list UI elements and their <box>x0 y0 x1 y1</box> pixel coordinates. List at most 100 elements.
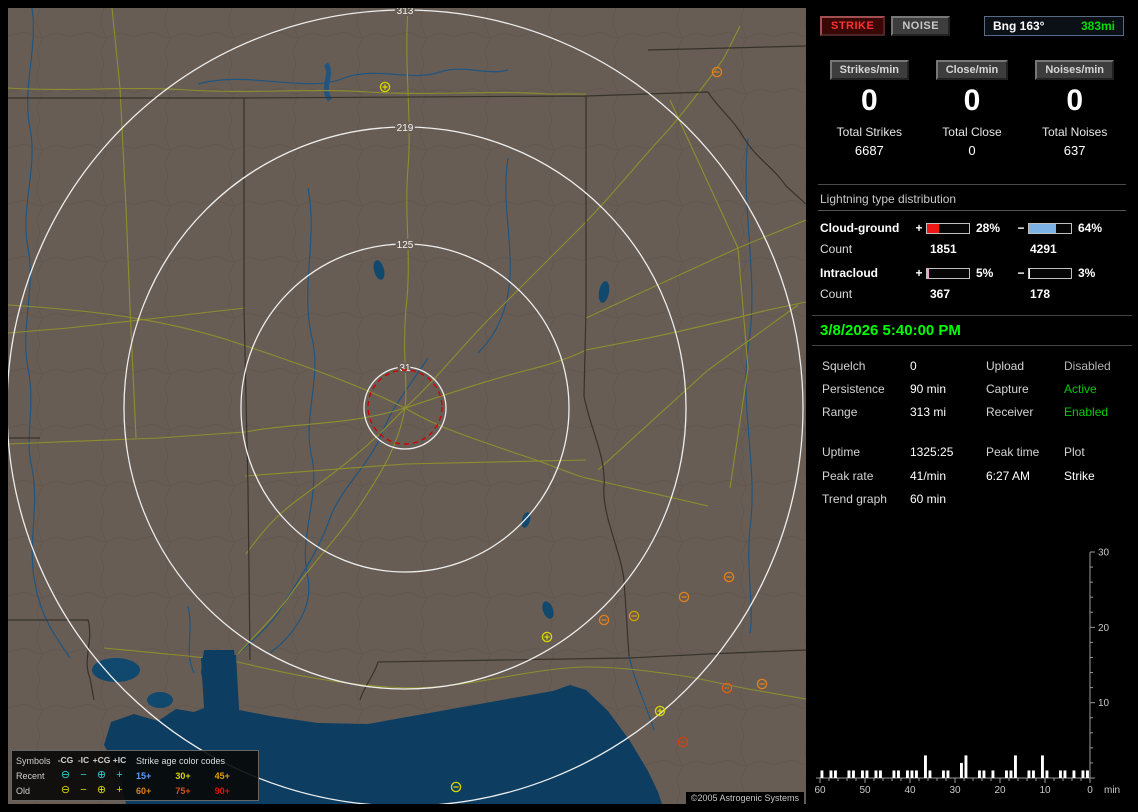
noise-toggle-button[interactable]: NOISE <box>891 16 950 36</box>
trend-bar <box>1059 770 1062 778</box>
legend-symbols-title: Symbols <box>16 756 56 766</box>
ic-plus-icon: + <box>111 785 128 796</box>
strikes-per-min-button[interactable]: Strikes/min <box>830 60 909 80</box>
map-legend: Symbols -CG -IC +CG +IC Strike age color… <box>11 750 259 801</box>
rates-row: Strikes/min 0 Total Strikes 6687 Close/m… <box>818 60 1126 158</box>
intracloud-count-row: Count 367 178 <box>820 287 1132 301</box>
age-90: 90+ <box>215 786 254 796</box>
strikes-rate-column: Strikes/min 0 Total Strikes 6687 <box>818 60 921 158</box>
upload-label: Upload <box>986 359 1064 373</box>
range-label: Range <box>822 405 910 419</box>
trend-bar <box>1032 770 1035 778</box>
trend-bar <box>897 770 900 778</box>
ring-label-219: 219 <box>397 123 414 134</box>
legend-recent-row: Recent ⊖ − ⊕ + 15+ 30+ 45+ <box>16 768 254 783</box>
cg-minus-icon: ⊖ <box>56 770 75 781</box>
trend-bar <box>1082 770 1085 778</box>
trend-graph-period: 60 min <box>910 492 1122 506</box>
total-noises-label: Total Noises <box>1023 125 1126 139</box>
intracloud-minus-bar <box>1028 268 1072 279</box>
minus-sign: − <box>1014 266 1028 280</box>
trend-bar <box>1064 770 1067 778</box>
tennessee-river-lake <box>326 64 330 100</box>
intracloud-minus-pct: 3% <box>1074 266 1132 280</box>
close-per-min-value: 0 <box>921 84 1024 117</box>
datetime-display: 3/8/2026 5:40:00 PM <box>812 315 1132 346</box>
ic-minus-icon: − <box>75 770 92 781</box>
x-tick-label: 30 <box>949 785 961 796</box>
cloud-ground-plus-count: 1851 <box>926 242 1014 256</box>
noises-rate-column: Noises/min 0 Total Noises 637 <box>1023 60 1126 158</box>
ring-label-31: 31 <box>399 363 411 374</box>
trend-bar <box>1073 770 1076 778</box>
bearing-value: Bng 163° <box>993 19 1044 33</box>
upload-status: Disabled <box>1064 359 1122 373</box>
capture-status: Active <box>1064 382 1122 396</box>
legend-age-values-recent: 15+ 30+ 45+ <box>128 771 254 781</box>
trend-bar <box>1086 770 1089 778</box>
legend-age-title: Strike age color codes <box>128 756 254 766</box>
bearing-distance: 383mi <box>1081 19 1115 33</box>
trend-graph-row: Trend graph 60 min <box>812 492 1132 506</box>
intracloud-label: Intracloud <box>820 266 912 280</box>
y-tick-label: 20 <box>1098 623 1110 634</box>
legend-col-ic-minus: -IC <box>75 756 92 765</box>
peak-time-label: Peak time <box>986 445 1064 459</box>
lightning-map[interactable]: 31321912531 Symbols -CG -IC +CG +IC Stri… <box>8 8 806 804</box>
section-divider <box>818 184 1126 185</box>
legend-col-cg-minus: -CG <box>56 756 75 765</box>
trend-bar <box>978 770 981 778</box>
plot-label: Plot <box>1064 445 1122 459</box>
range-value: 313 mi <box>910 405 986 419</box>
ring-label-125: 125 <box>397 240 414 251</box>
copyright-text: ©2005 Astrogenic Systems <box>686 792 804 804</box>
trend-bar <box>875 770 878 778</box>
intracloud-plus-pct: 5% <box>972 266 1014 280</box>
y-tick-label: 10 <box>1098 698 1110 709</box>
cg-plus-icon: ⊕ <box>92 785 111 796</box>
total-strikes-value: 6687 <box>818 143 921 158</box>
receiver-label: Receiver <box>986 405 1064 419</box>
total-strikes-label: Total Strikes <box>818 125 921 139</box>
trend-bar <box>866 770 869 778</box>
legend-col-cg-plus: +CG <box>92 756 111 765</box>
total-close-label: Total Close <box>921 125 1024 139</box>
trend-bar <box>848 770 851 778</box>
trend-bar <box>852 770 855 778</box>
peak-time-value: 6:27 AM <box>986 469 1064 483</box>
lightning-detector-app: 31321912531 Symbols -CG -IC +CG +IC Stri… <box>0 0 1138 812</box>
map-canvas[interactable]: 31321912531 <box>8 8 806 804</box>
distribution-title: Lightning type distribution <box>818 192 1126 211</box>
squelch-label: Squelch <box>822 359 910 373</box>
noises-per-min-value: 0 <box>1023 84 1126 117</box>
age-45: 45+ <box>215 771 254 781</box>
trend-bar <box>929 770 932 778</box>
intracloud-plus-count: 367 <box>926 287 1014 301</box>
trend-bar <box>983 770 986 778</box>
ic-plus-icon: + <box>111 770 128 781</box>
y-tick-label: 30 <box>1098 548 1110 559</box>
trend-bar <box>861 770 864 778</box>
age-60: 60+ <box>136 786 175 796</box>
trend-bar <box>992 770 995 778</box>
persistence-label: Persistence <box>822 382 910 396</box>
strike-toggle-button[interactable]: STRIKE <box>820 16 885 36</box>
intracloud-row: Intracloud + 5% − 3% <box>820 266 1132 280</box>
plot-value: Strike <box>1064 469 1122 483</box>
legend-age-values-old: 60+ 75+ 90+ <box>128 786 254 796</box>
count-label: Count <box>820 287 912 301</box>
close-per-min-button[interactable]: Close/min <box>936 60 1009 80</box>
trend-bar <box>960 763 963 778</box>
minus-sign: − <box>1014 221 1028 235</box>
datetime-text: 3/8/2026 5:40:00 PM <box>820 322 961 339</box>
legend-old-row: Old ⊖ − ⊕ + 60+ 75+ 90+ <box>16 783 254 798</box>
noises-per-min-button[interactable]: Noises/min <box>1035 60 1114 80</box>
plus-sign: + <box>912 266 926 280</box>
trend-bar <box>965 755 968 778</box>
persistence-value: 90 min <box>910 382 986 396</box>
intracloud-plus-fill <box>927 269 929 278</box>
trend-bar <box>1046 770 1049 778</box>
trend-bar <box>879 770 882 778</box>
cloud-ground-row: Cloud-ground + 28% − 64% <box>820 221 1132 235</box>
cloud-ground-plus-bar <box>926 223 970 234</box>
